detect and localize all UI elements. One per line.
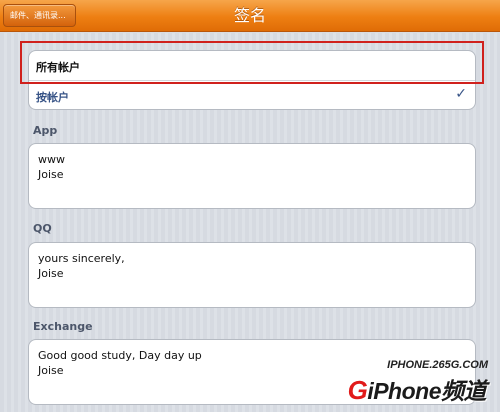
watermark-brand: GiPhone频道 <box>347 372 487 406</box>
watermark-brand-rest: iPhone频道 <box>367 378 486 404</box>
signature-line: www <box>38 153 65 166</box>
signature-field-qq[interactable]: yours sincerely, Joise <box>28 242 476 308</box>
section-label-exchange: Exchange <box>33 320 93 333</box>
page-title: 签名 <box>233 6 266 25</box>
per-account-label: 按帐户 <box>36 91 69 104</box>
highlight-annotation <box>20 41 484 84</box>
section-label-qq: QQ <box>33 222 52 235</box>
settings-content: 所有帐户 按帐户 ✓ App www Joise QQ yours sincer… <box>0 33 500 412</box>
navigation-bar: 邮件、通讯录... 签名 <box>0 0 500 32</box>
signature-line: yours sincerely, <box>38 252 125 265</box>
section-label-app: App <box>33 124 58 137</box>
watermark-brand-g: G <box>347 375 368 405</box>
signature-field-app[interactable]: www Joise <box>28 143 476 209</box>
checkmark-icon: ✓ <box>455 86 467 102</box>
signature-line: Joise <box>38 168 64 181</box>
signature-line: Joise <box>38 267 64 280</box>
per-account-option[interactable]: 按帐户 ✓ <box>29 81 475 111</box>
watermark-logo: IPHONE.265G.COM GiPhone频道 <box>322 357 500 412</box>
watermark-url: IPHONE.265G.COM <box>387 359 488 371</box>
